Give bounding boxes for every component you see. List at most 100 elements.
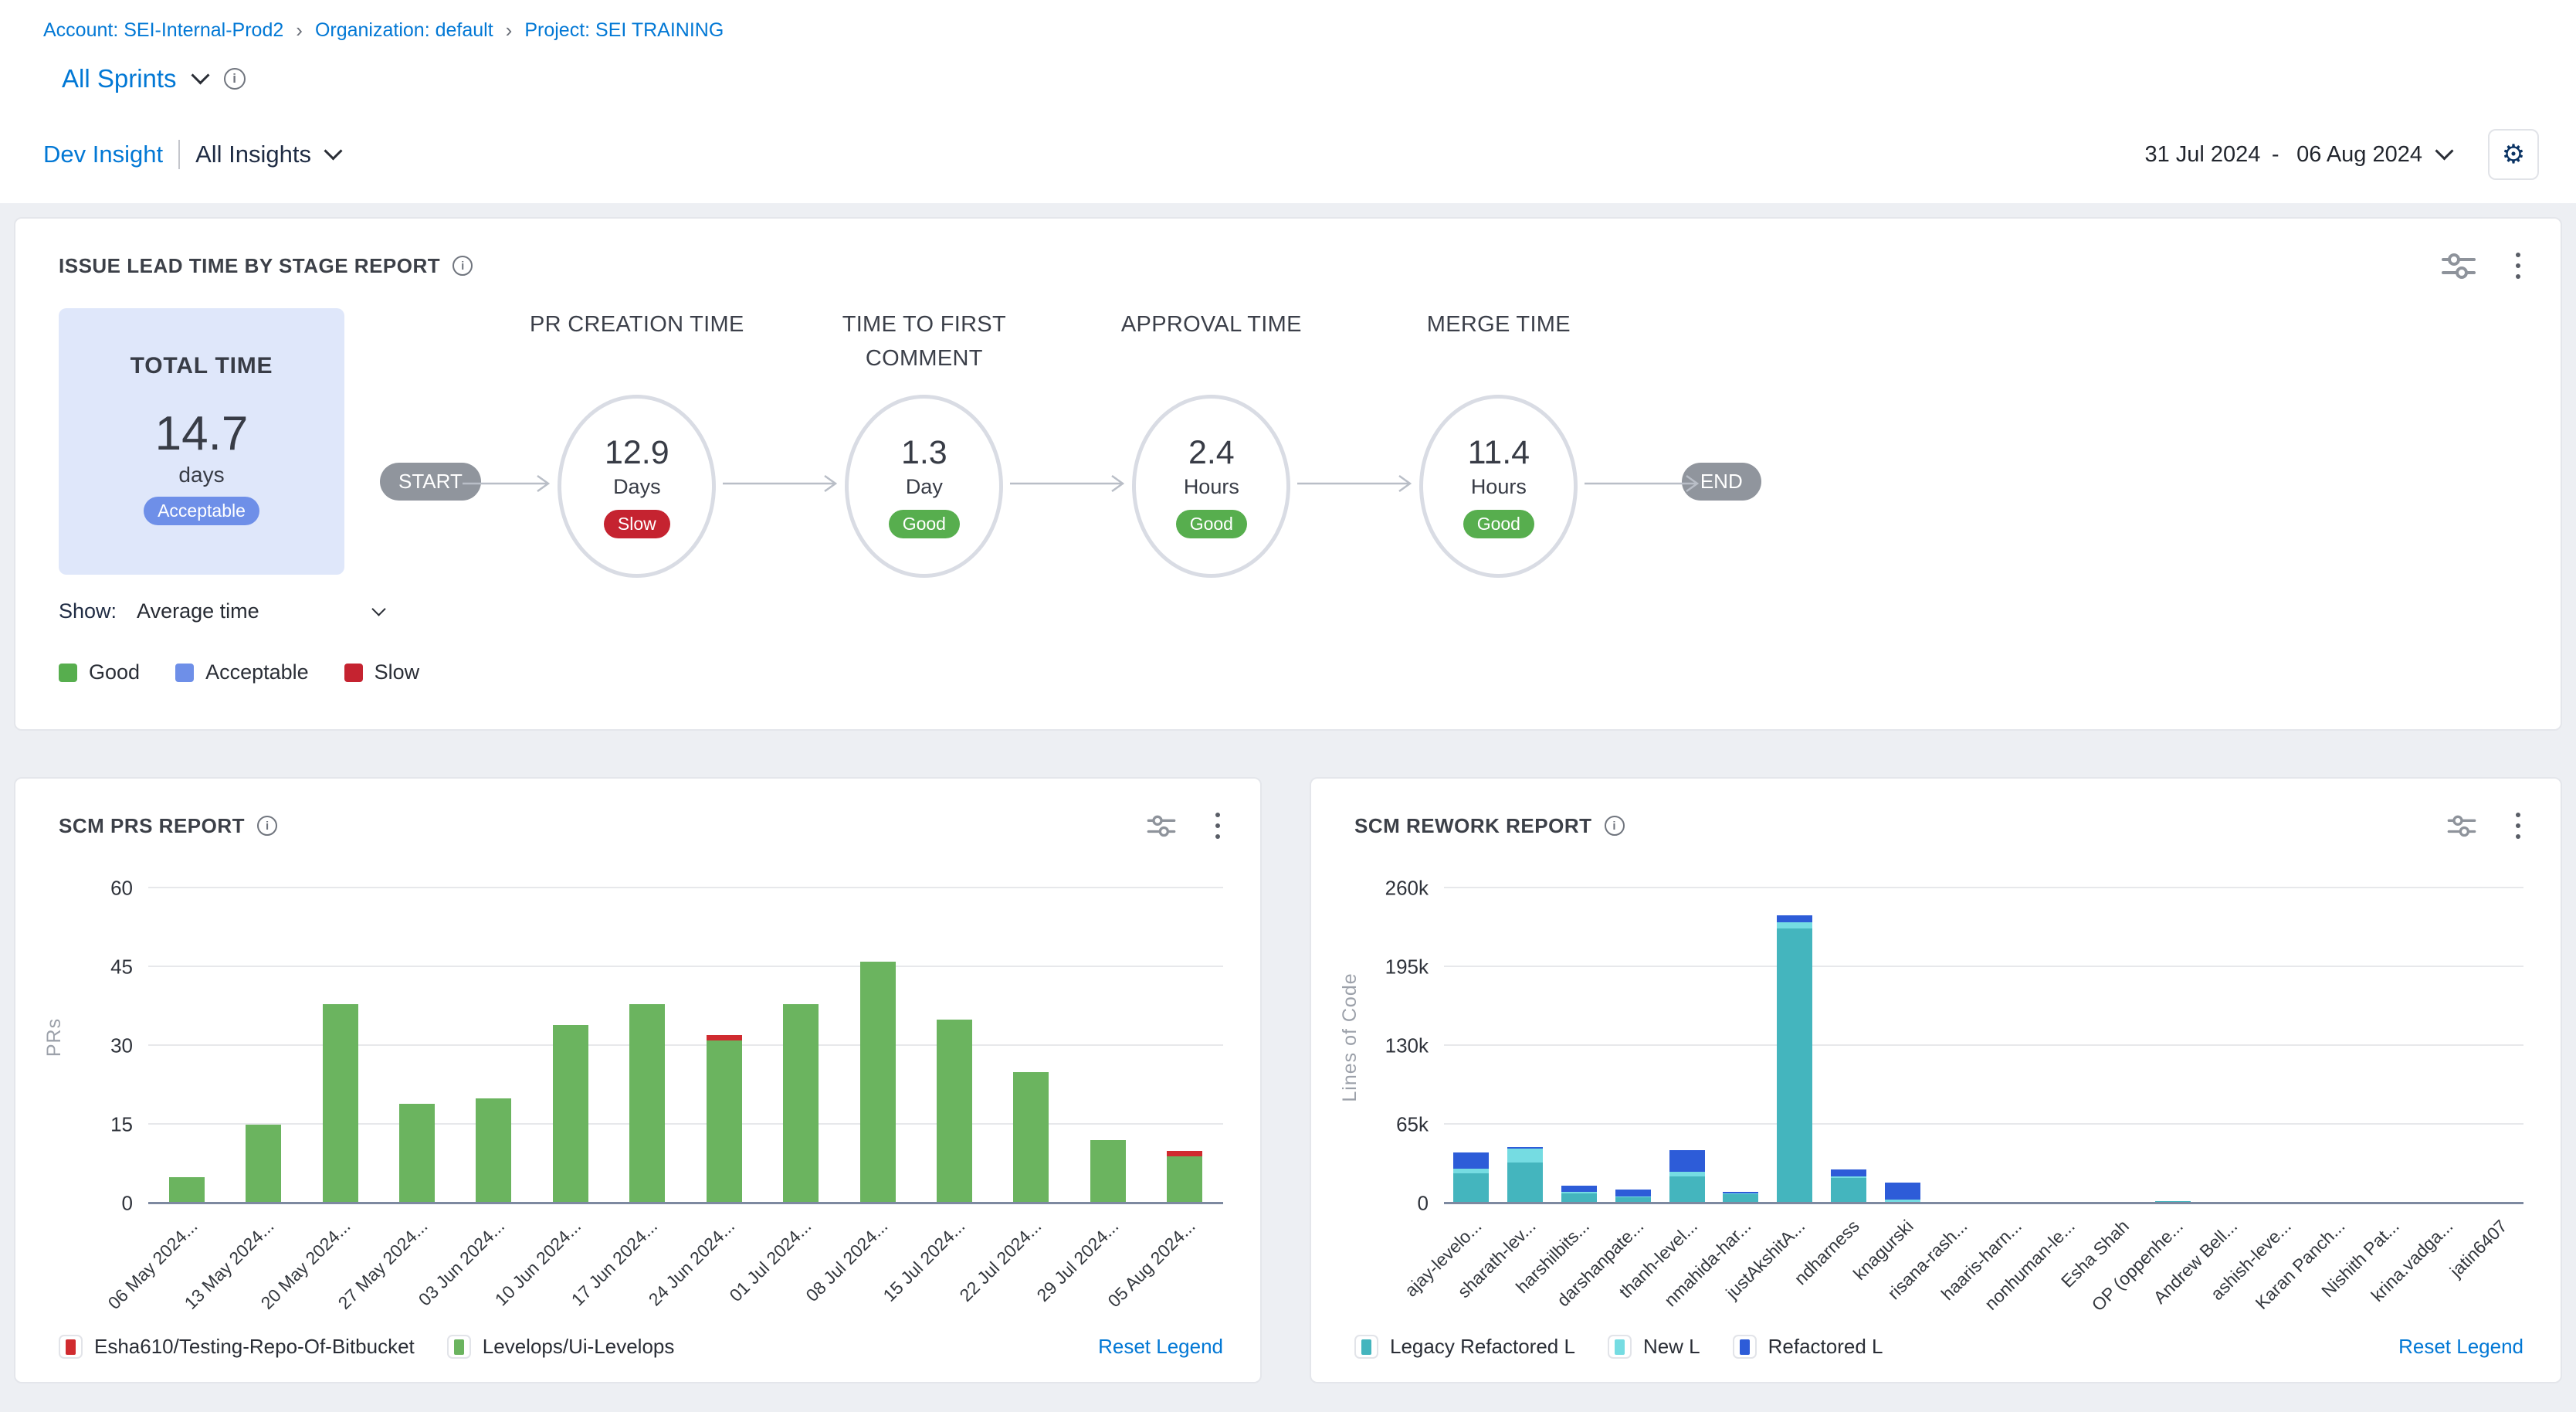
- total-time-status-badge: Acceptable: [144, 497, 259, 525]
- bar-segment[interactable]: [1831, 1178, 1866, 1203]
- filter-sliders-icon[interactable]: [2446, 812, 2477, 840]
- bar[interactable]: [1507, 1147, 1543, 1203]
- show-label: Show:: [59, 599, 117, 623]
- settings-button[interactable]: ⚙: [2488, 129, 2539, 180]
- bar-segment[interactable]: [399, 1104, 435, 1203]
- filter-sliders-icon[interactable]: [1146, 812, 1177, 840]
- breadcrumb-account[interactable]: Account: SEI-Internal-Prod2: [43, 19, 283, 42]
- bar-segment[interactable]: [246, 1125, 281, 1203]
- bar-segment[interactable]: [1777, 915, 1812, 922]
- bar[interactable]: [323, 1004, 358, 1203]
- bar-segment[interactable]: [476, 1098, 511, 1203]
- bar-segment[interactable]: [1507, 1163, 1543, 1203]
- legend-item[interactable]: Refactored L: [1733, 1335, 1883, 1359]
- bar[interactable]: [1167, 1151, 1202, 1203]
- filter-sliders-icon[interactable]: [2440, 249, 2477, 282]
- y-tick-label: 0: [1418, 1192, 1429, 1216]
- bar-segment[interactable]: [1013, 1072, 1049, 1203]
- bar[interactable]: [1090, 1140, 1126, 1203]
- bar[interactable]: [707, 1035, 742, 1203]
- stage-circle[interactable]: 2.4HoursGood: [1132, 395, 1290, 578]
- bar-segment[interactable]: [1669, 1150, 1705, 1172]
- info-icon[interactable]: i: [452, 256, 473, 276]
- stage-circle[interactable]: 1.3DayGood: [845, 395, 1003, 578]
- reset-legend-link[interactable]: Reset Legend: [2398, 1335, 2523, 1359]
- tab-dev-insight[interactable]: Dev Insight: [43, 141, 163, 168]
- bar[interactable]: [1831, 1169, 1866, 1203]
- bar[interactable]: [476, 1098, 511, 1203]
- lead-time-panel: ISSUE LEAD TIME BY STAGE REPORT i TOTAL …: [14, 217, 2562, 731]
- bar[interactable]: [1777, 915, 1812, 1203]
- info-icon[interactable]: i: [1605, 816, 1625, 836]
- bar-segment[interactable]: [707, 1035, 742, 1040]
- bar-segment[interactable]: [1453, 1152, 1489, 1168]
- bar[interactable]: [1885, 1183, 1920, 1203]
- chart-slot: 03 Jun 2024...: [456, 871, 532, 1203]
- bar[interactable]: [629, 1004, 665, 1203]
- legend-label: Levelops/Ui-Levelops: [483, 1335, 675, 1359]
- bar[interactable]: [399, 1104, 435, 1203]
- breadcrumb-project[interactable]: Project: SEI TRAINING: [524, 19, 724, 42]
- kebab-menu-icon[interactable]: [2513, 249, 2523, 282]
- chevron-down-icon[interactable]: [191, 66, 209, 84]
- reset-legend-link[interactable]: Reset Legend: [1098, 1335, 1223, 1359]
- bar-segment[interactable]: [169, 1177, 205, 1203]
- x-tick-label: 08 Jul 2024...: [802, 1216, 893, 1306]
- legend-item[interactable]: Good: [59, 660, 140, 684]
- bar[interactable]: [1453, 1152, 1489, 1203]
- stage-value: 12.9: [605, 434, 669, 472]
- legend-swatch: [1354, 1335, 1378, 1359]
- legend-item[interactable]: Legacy Refactored L: [1354, 1335, 1575, 1359]
- insights-dropdown[interactable]: All Insights: [195, 141, 311, 168]
- kebab-menu-icon[interactable]: [2513, 810, 2523, 842]
- chevron-down-icon[interactable]: [324, 141, 342, 160]
- bar[interactable]: [246, 1125, 281, 1203]
- bar-segment[interactable]: [1090, 1140, 1126, 1203]
- panel-header-actions: [2440, 249, 2523, 282]
- bar-segment[interactable]: [1167, 1151, 1202, 1156]
- bar-segment[interactable]: [323, 1004, 358, 1203]
- bar[interactable]: [169, 1177, 205, 1203]
- legend-item[interactable]: Acceptable: [175, 660, 309, 684]
- legend-item[interactable]: Levelops/Ui-Levelops: [447, 1335, 675, 1359]
- info-icon[interactable]: i: [224, 68, 246, 90]
- legend-swatch: [1733, 1335, 1757, 1359]
- stage-circle[interactable]: 12.9DaysSlow: [558, 395, 716, 578]
- bar[interactable]: [1013, 1072, 1049, 1203]
- bar[interactable]: [937, 1020, 972, 1203]
- sprint-selector[interactable]: All Sprints: [62, 64, 177, 93]
- breadcrumb-organization[interactable]: Organization: default: [315, 19, 493, 42]
- bar-segment[interactable]: [629, 1004, 665, 1203]
- legend-item[interactable]: Esha610/Testing-Repo-Of-Bitbucket: [59, 1335, 415, 1359]
- bar-segment[interactable]: [1777, 922, 1812, 928]
- kebab-menu-icon[interactable]: [1212, 810, 1223, 842]
- bar-segment[interactable]: [1507, 1149, 1543, 1162]
- bar-segment[interactable]: [1561, 1186, 1597, 1192]
- info-icon[interactable]: i: [257, 816, 277, 836]
- bar-segment[interactable]: [1453, 1173, 1489, 1203]
- bar-segment[interactable]: [1831, 1169, 1866, 1176]
- bar-segment[interactable]: [1885, 1183, 1920, 1200]
- bar-segment[interactable]: [553, 1025, 588, 1203]
- bar-segment[interactable]: [860, 962, 896, 1203]
- panel-title: SCM PRS REPORT: [59, 814, 245, 838]
- date-range-selector[interactable]: 31 Jul 2024 - 06 Aug 2024: [2144, 142, 2451, 168]
- bar-segment[interactable]: [1167, 1156, 1202, 1203]
- show-select[interactable]: Average time: [137, 599, 384, 623]
- bar[interactable]: [860, 962, 896, 1203]
- breadcrumb-separator-icon: ›: [506, 19, 513, 42]
- bar-segment[interactable]: [783, 1004, 819, 1203]
- bar[interactable]: [1669, 1150, 1705, 1203]
- bar-segment[interactable]: [1669, 1176, 1705, 1203]
- bar-segment[interactable]: [937, 1020, 972, 1203]
- legend-item[interactable]: New L: [1608, 1335, 1700, 1359]
- show-row: Show: Average time: [15, 599, 2561, 623]
- bar-segment[interactable]: [1615, 1190, 1651, 1196]
- bar-segment[interactable]: [1777, 928, 1812, 1203]
- bar[interactable]: [553, 1025, 588, 1203]
- stage-circle[interactable]: 11.4HoursGood: [1419, 395, 1578, 578]
- bar[interactable]: [783, 1004, 819, 1203]
- bar-segment[interactable]: [707, 1040, 742, 1203]
- legend-item[interactable]: Slow: [344, 660, 420, 684]
- bar[interactable]: [1561, 1186, 1597, 1203]
